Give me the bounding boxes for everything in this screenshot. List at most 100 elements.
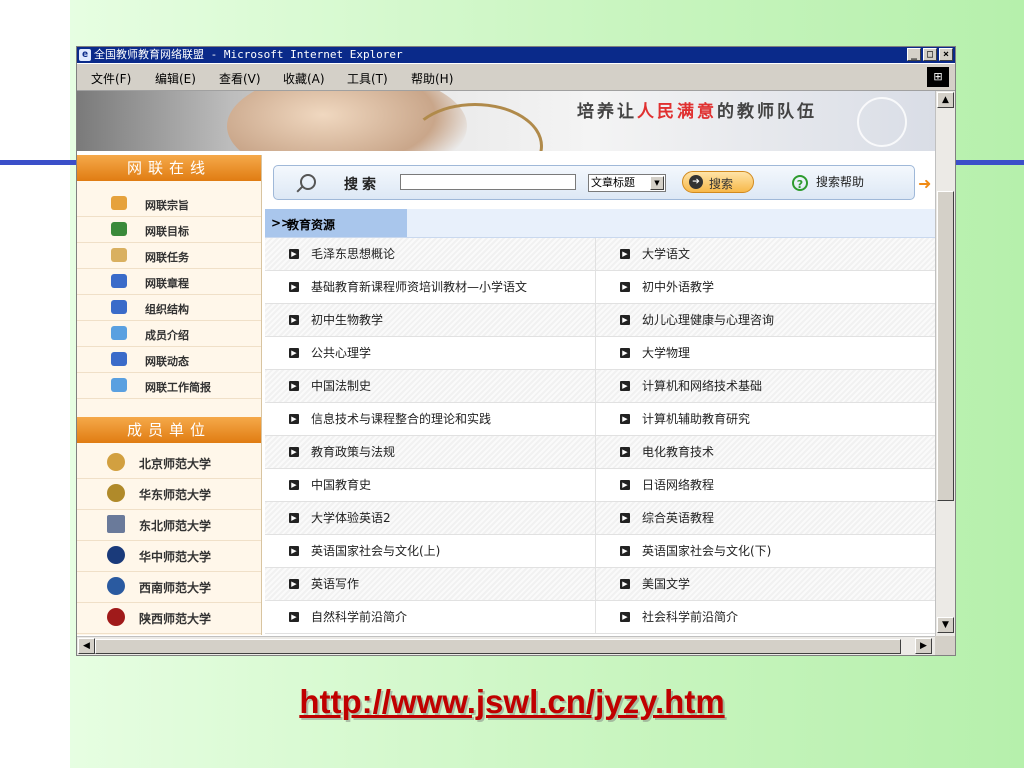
resource-link[interactable]: ▶ 英语写作 xyxy=(265,568,596,600)
badge-icon xyxy=(111,378,127,392)
sidebar: 网联在线 网联宗旨 网联目标 网联任务 网联章程 组织结构 成员介绍 网联动态 xyxy=(77,155,262,635)
scroll-left-button[interactable]: ◀ xyxy=(78,638,95,654)
search-input[interactable] xyxy=(400,174,576,190)
sidebar-item-news[interactable]: 网联动态 xyxy=(77,347,261,373)
resource-link[interactable]: ▶ 英语国家社会与文化(下) xyxy=(596,535,935,567)
university-seal-icon xyxy=(107,608,125,626)
arrow-bullet-icon: ▶ xyxy=(289,414,299,424)
scroll-up-button[interactable]: ▲ xyxy=(937,92,954,108)
university-label: 西南师范大学 xyxy=(139,581,212,595)
resource-link[interactable]: ▶ 计算机和网络技术基础 xyxy=(596,370,935,402)
university-item[interactable]: 东北师范大学 xyxy=(77,509,261,541)
search-bar: 搜索 文章标题 ▼ ➔ 搜索 ? 搜索帮助 ➜ xyxy=(273,165,931,200)
resource-link[interactable]: ▶ 中国法制史 xyxy=(265,370,596,402)
arrow-bullet-icon: ▶ xyxy=(620,381,630,391)
table-row: ▶ 基础教育新课程师资培训教材—小学语文 ▶ 初中外语教学 xyxy=(265,271,935,304)
university-label: 华东师范大学 xyxy=(139,488,212,502)
arrow-bullet-icon: ▶ xyxy=(620,282,630,292)
resource-url-link[interactable]: http://www.jswl.cn/jyzy.htm xyxy=(299,683,724,720)
university-item[interactable]: 华中师范大学 xyxy=(77,540,261,572)
resource-link[interactable]: ▶ 英语国家社会与文化(上) xyxy=(265,535,596,567)
sidebar-item-label: 网联任务 xyxy=(145,251,189,264)
horizontal-scroll-thumb[interactable] xyxy=(95,639,901,654)
vertical-scrollbar[interactable]: ▲ ▼ xyxy=(935,91,955,636)
sidebar-item-structure[interactable]: 组织结构 xyxy=(77,295,261,321)
table-row: ▶ 毛泽东思想概论 ▶ 大学语文 xyxy=(265,238,935,271)
menu-favorites[interactable]: 收藏(A) xyxy=(283,70,325,87)
resource-link[interactable]: ▶ 中国教育史 xyxy=(265,469,596,501)
menu-edit[interactable]: 编辑(E) xyxy=(155,70,196,87)
resource-link[interactable]: ▶ 基础教育新课程师资培训教材—小学语文 xyxy=(265,271,596,303)
arrow-bullet-icon: ▶ xyxy=(289,546,299,556)
resource-link[interactable]: ▶ 毛泽东思想概论 xyxy=(265,238,596,270)
menu-help[interactable]: 帮助(H) xyxy=(411,70,453,87)
resource-link[interactable]: ▶ 自然科学前沿简介 xyxy=(265,601,596,633)
resource-link[interactable]: ▶ 信息技术与课程整合的理论和实践 xyxy=(265,403,596,435)
resource-link[interactable]: ▶ 大学语文 xyxy=(596,238,935,270)
university-item[interactable]: 陕西师范大学 xyxy=(77,602,261,634)
arrow-bullet-icon: ▶ xyxy=(620,546,630,556)
menu-tools[interactable]: 工具(T) xyxy=(347,70,388,87)
arrow-bullet-icon: ▶ xyxy=(620,480,630,490)
search-button[interactable]: ➔ 搜索 xyxy=(682,171,754,193)
arrow-bullet-icon: ▶ xyxy=(289,612,299,622)
arrow-bullet-icon: ▶ xyxy=(289,348,299,358)
university-label: 陕西师范大学 xyxy=(139,612,212,626)
vertical-scroll-thumb[interactable] xyxy=(937,191,954,501)
ie-icon: e xyxy=(79,49,91,61)
sidebar-item-goals[interactable]: 网联目标 xyxy=(77,217,261,243)
sidebar-item-members[interactable]: 成员介绍 xyxy=(77,321,261,347)
sidebar-item-tasks[interactable]: 网联任务 xyxy=(77,243,261,269)
menu-file[interactable]: 文件(F) xyxy=(91,70,131,87)
resource-link[interactable]: ▶ 社会科学前沿简介 xyxy=(596,601,935,633)
resource-link[interactable]: ▶ 计算机辅助教育研究 xyxy=(596,403,935,435)
section-header: >> 教育资源 xyxy=(265,209,935,238)
resource-link[interactable]: ▶ 幼儿心理健康与心理咨询 xyxy=(596,304,935,336)
university-item[interactable]: 北京师范大学 xyxy=(77,447,261,479)
arrow-bullet-icon: ▶ xyxy=(289,513,299,523)
slide-url-caption: http://www.jswl.cn/jyzy.htm xyxy=(0,683,1024,721)
tab-education-resources[interactable]: >> 教育资源 xyxy=(265,209,407,237)
search-help-link[interactable]: ? 搜索帮助 xyxy=(792,173,864,191)
arrow-bullet-icon: ▶ xyxy=(620,315,630,325)
arrow-right-circle-icon: ➔ xyxy=(689,175,703,189)
resource-link[interactable]: ▶ 教育政策与法规 xyxy=(265,436,596,468)
scroll-right-button[interactable]: ▶ xyxy=(915,638,932,654)
arrow-bullet-icon: ▶ xyxy=(620,447,630,457)
university-item[interactable]: 华东师范大学 xyxy=(77,478,261,510)
close-button[interactable]: × xyxy=(939,48,953,61)
resource-link[interactable]: ▶ 大学物理 xyxy=(596,337,935,369)
menu-bar: 文件(F) 编辑(E) 查看(V) 收藏(A) 工具(T) 帮助(H) ⊞ xyxy=(77,64,955,91)
resource-link[interactable]: ▶ 初中外语教学 xyxy=(596,271,935,303)
building-icon xyxy=(111,300,127,314)
scroll-down-button[interactable]: ▼ xyxy=(937,617,954,633)
sidebar-item-charter[interactable]: 网联章程 xyxy=(77,269,261,295)
maximize-button[interactable]: □ xyxy=(923,48,937,61)
search-type-select[interactable]: 文章标题 ▼ xyxy=(588,174,666,192)
table-row: ▶ 信息技术与课程整合的理论和实践 ▶ 计算机辅助教育研究 xyxy=(265,403,935,436)
chevron-down-icon[interactable]: ▼ xyxy=(650,176,664,190)
resource-link[interactable]: ▶ 初中生物教学 xyxy=(265,304,596,336)
resource-link[interactable]: ▶ 综合英语教程 xyxy=(596,502,935,534)
sidebar-item-label: 网联动态 xyxy=(145,355,189,368)
minimize-button[interactable]: _ xyxy=(907,48,921,61)
resource-table: ▶ 毛泽东思想概论 ▶ 大学语文 ▶ 基础教育新课程师资培训教材—小学语文 ▶ 初中外语… xyxy=(265,238,935,634)
resource-link[interactable]: ▶ 美国文学 xyxy=(596,568,935,600)
resource-link[interactable]: ▶ 日语网络教程 xyxy=(596,469,935,501)
sidebar-item-purpose[interactable]: 网联宗旨 xyxy=(77,191,261,217)
table-row: ▶ 自然科学前沿简介 ▶ 社会科学前沿简介 xyxy=(265,601,935,634)
university-item[interactable]: 西南师范大学 xyxy=(77,571,261,603)
menu-view[interactable]: 查看(V) xyxy=(219,70,261,87)
search-type-value: 文章标题 xyxy=(591,176,635,189)
search-icon xyxy=(300,174,316,190)
resource-link[interactable]: ▶ 大学体验英语2 xyxy=(265,502,596,534)
horizontal-scrollbar[interactable]: ◀ ▶ xyxy=(77,636,935,655)
resource-link[interactable]: ▶ 公共心理学 xyxy=(265,337,596,369)
sidebar-item-label: 网联工作简报 xyxy=(145,381,211,394)
arrow-bullet-icon: ▶ xyxy=(620,579,630,589)
university-seal-icon xyxy=(107,484,125,502)
resource-link[interactable]: ▶ 电化教育技术 xyxy=(596,436,935,468)
sidebar-item-briefing[interactable]: 网联工作简报 xyxy=(77,373,261,399)
title-bar[interactable]: e 全国教师教育网络联盟 - Microsoft Internet Explor… xyxy=(77,47,955,63)
arrow-right-icon[interactable]: ➜ xyxy=(918,174,931,193)
